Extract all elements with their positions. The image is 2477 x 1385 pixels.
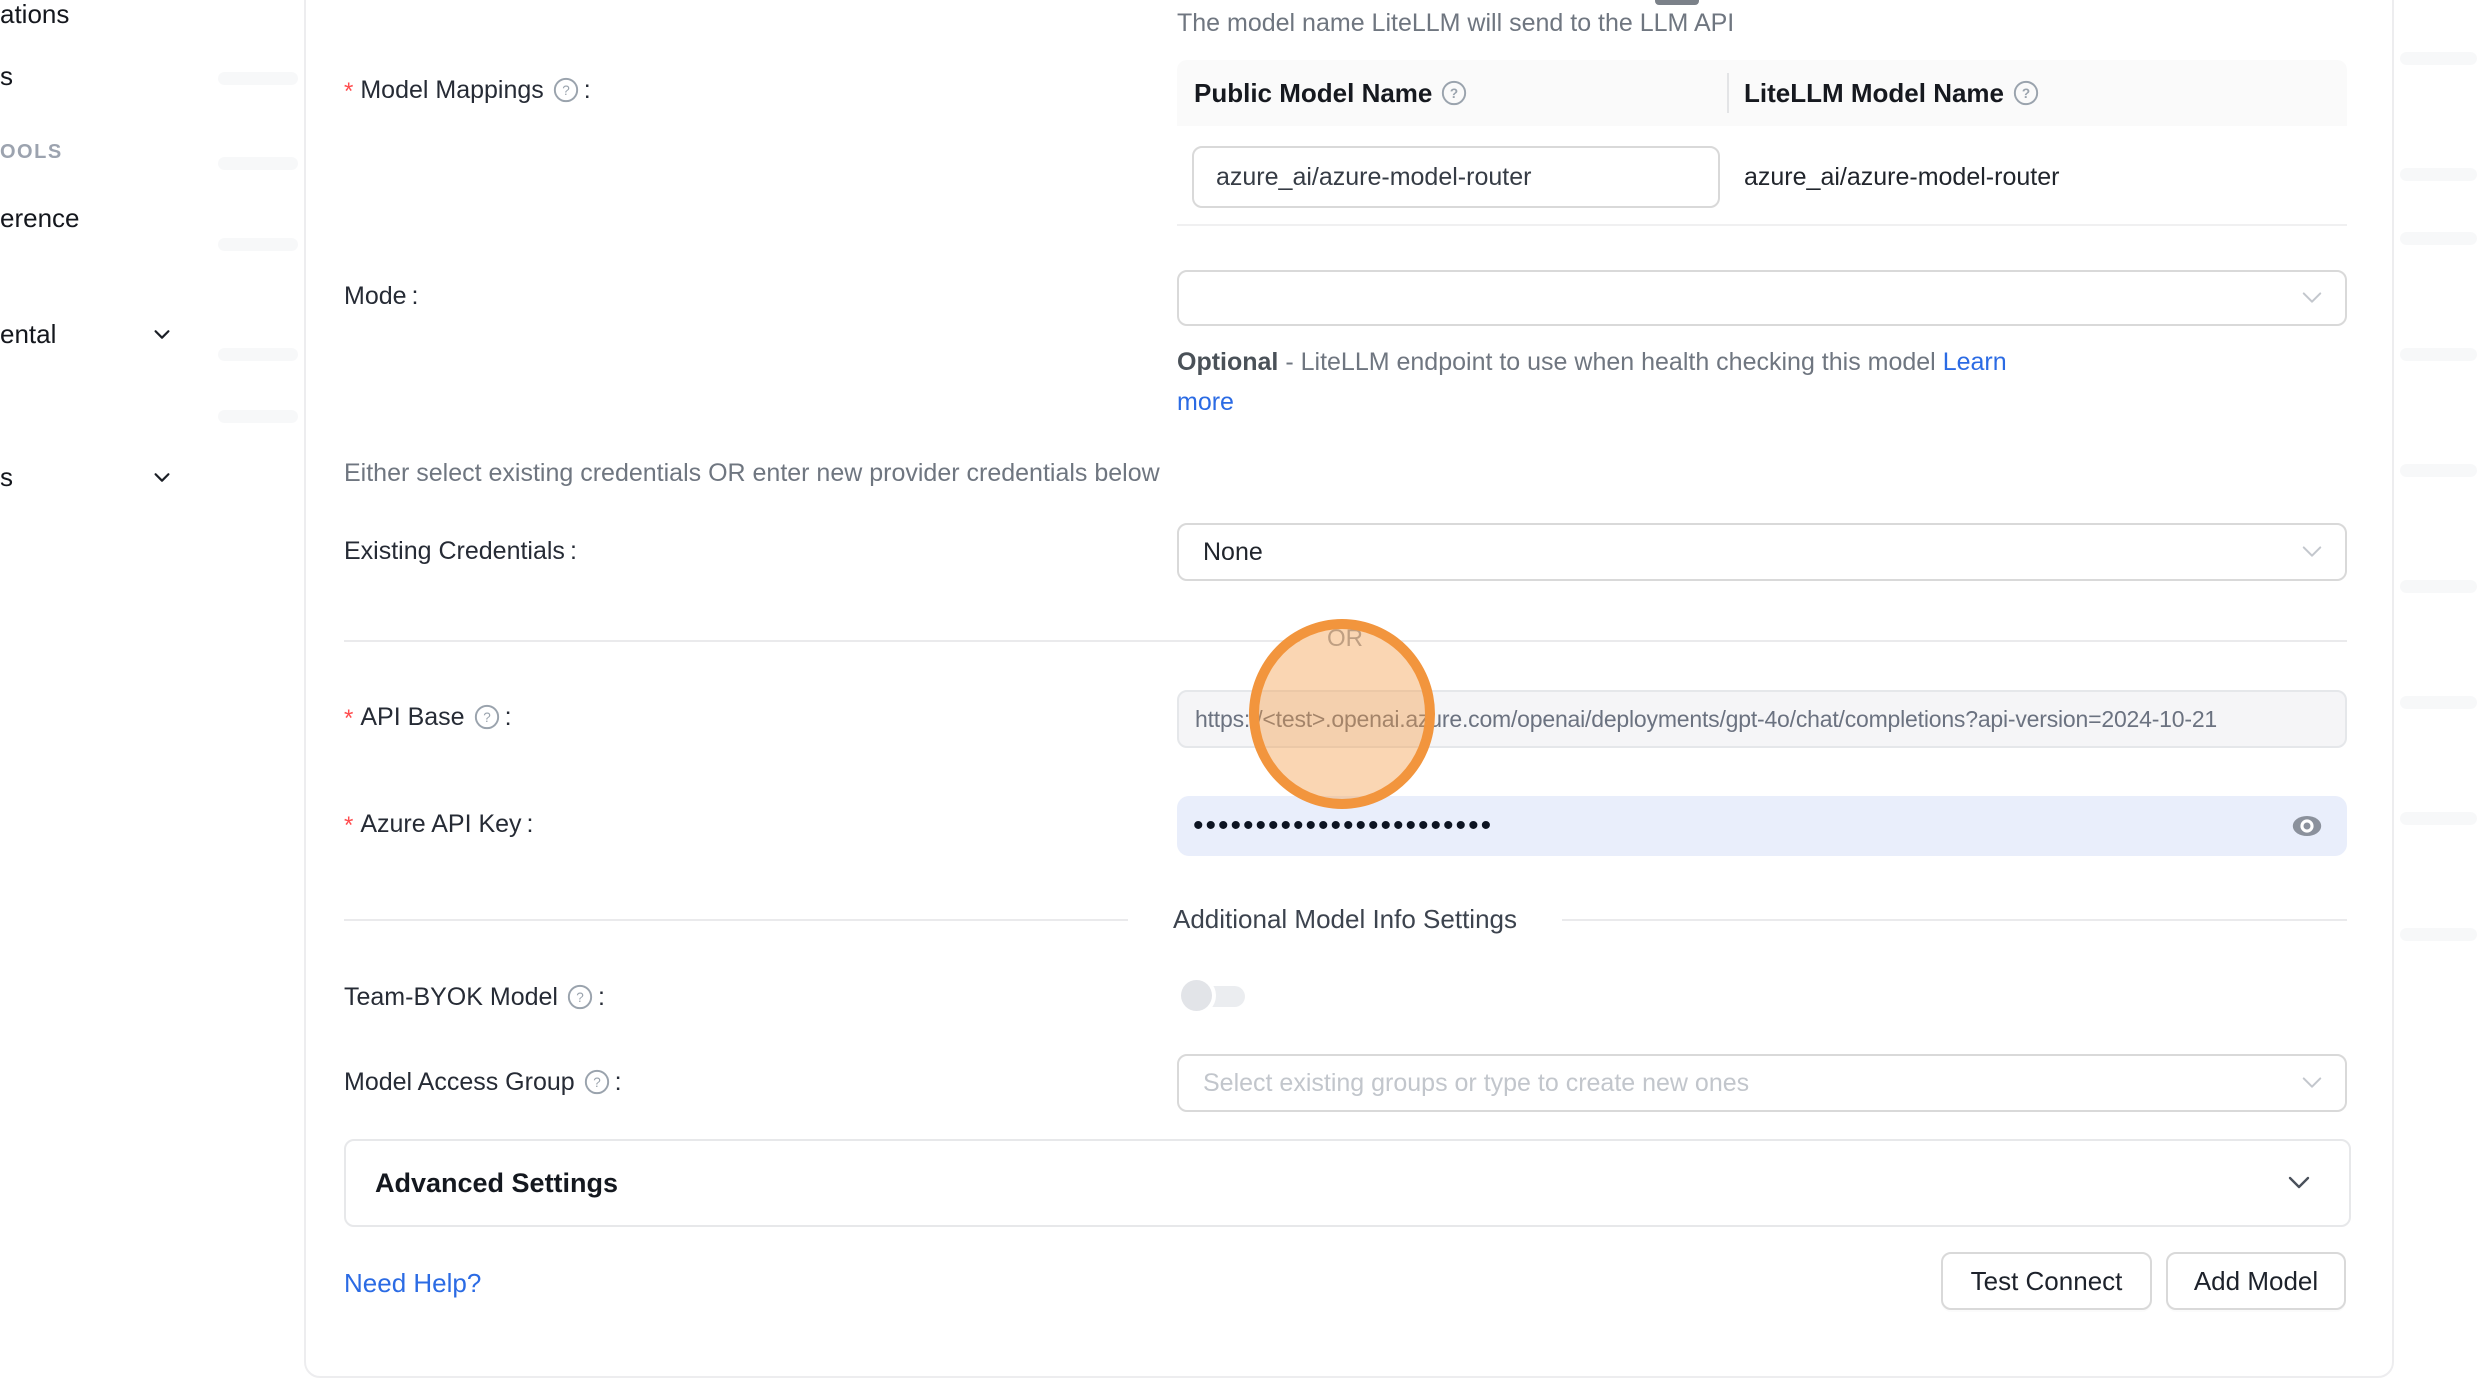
skeleton-bar <box>218 348 298 361</box>
skeleton-bar <box>2400 464 2477 477</box>
skeleton-bar <box>2400 696 2477 709</box>
model-access-group-select[interactable]: Select existing groups or type to create… <box>1177 1054 2347 1112</box>
api-base-label-text: API Base <box>360 703 464 732</box>
svg-text:?: ? <box>2022 86 2030 101</box>
required-asterisk: * <box>344 812 353 840</box>
skeleton-bar <box>2400 580 2477 593</box>
test-connect-button[interactable]: Test Connect <box>1941 1252 2152 1310</box>
model-access-group-label-text: Model Access Group <box>344 1068 575 1097</box>
advanced-settings-title: Advanced Settings <box>375 1168 618 1199</box>
model-mappings-label-text: Model Mappings <box>360 76 543 105</box>
litellm-model-name-header: LiteLLM Model Name ? <box>1744 60 2039 126</box>
sidebar-item-3[interactable]: erence <box>0 203 80 234</box>
sidebar-item-experimental[interactable]: ental <box>0 319 56 350</box>
additional-settings-title: Additional Model Info Settings <box>1128 904 1562 935</box>
team-byok-label: Team-BYOK Model ? : <box>344 967 605 1027</box>
skeleton-bar <box>2400 928 2477 941</box>
mode-help-body: - LiteLLM endpoint to use when health ch… <box>1278 348 1942 376</box>
label-colon: : <box>615 1068 622 1097</box>
existing-credentials-label: Existing Credentials : <box>344 521 577 581</box>
skeleton-bar <box>218 157 298 170</box>
help-circle-icon[interactable]: ? <box>2013 80 2039 106</box>
chevron-down-icon <box>2301 1075 2323 1091</box>
api-base-label: * API Base ? : <box>344 687 512 747</box>
skeleton-bar <box>2400 348 2477 361</box>
skeleton-bar <box>2400 52 2477 65</box>
cropped-element-artifact <box>1655 0 1699 5</box>
label-colon: : <box>505 703 512 732</box>
add-model-button[interactable]: Add Model <box>2166 1252 2346 1310</box>
mode-select[interactable] <box>1177 270 2347 326</box>
existing-credentials-select[interactable]: None <box>1177 523 2347 581</box>
skeleton-bar <box>2400 168 2477 181</box>
or-divider-line-left <box>344 640 1300 642</box>
help-circle-icon[interactable]: ? <box>567 984 593 1010</box>
chevron-down-icon <box>2287 1175 2311 1191</box>
svg-text:?: ? <box>562 83 570 98</box>
team-byok-label-text: Team-BYOK Model <box>344 983 558 1012</box>
header-column-divider <box>1727 73 1729 113</box>
label-colon: : <box>412 282 419 311</box>
existing-credentials-value: None <box>1203 538 1263 567</box>
chevron-down-icon <box>2301 290 2323 306</box>
sidebar-section-tools: OOLS <box>0 141 63 164</box>
info-divider-line-left <box>344 919 1128 921</box>
azure-api-key-label-text: Azure API Key <box>360 810 521 839</box>
model-mappings-table-header: Public Model Name ? LiteLLM Model Name ? <box>1177 60 2347 126</box>
litellm-model-name-header-text: LiteLLM Model Name <box>1744 78 2004 109</box>
add-model-form-page: ations s OOLS erence ental s The model n… <box>0 0 2477 1385</box>
mode-label: Mode : <box>344 266 419 326</box>
or-divider-line-right <box>1390 640 2347 642</box>
model-mappings-label: * Model Mappings ? : <box>344 60 591 120</box>
skeleton-bar <box>2400 232 2477 245</box>
help-circle-icon[interactable]: ? <box>553 77 579 103</box>
credentials-note: Either select existing credentials OR en… <box>344 459 1160 488</box>
public-model-name-input[interactable] <box>1192 146 1720 208</box>
skeleton-bar <box>218 410 298 423</box>
existing-credentials-label-text: Existing Credentials <box>344 537 565 566</box>
eye-icon[interactable] <box>2291 810 2323 842</box>
help-circle-icon[interactable]: ? <box>1441 80 1467 106</box>
help-circle-icon[interactable]: ? <box>474 704 500 730</box>
model-name-hint: The model name LiteLLM will send to the … <box>1177 9 1734 38</box>
label-colon: : <box>598 983 605 1012</box>
sidebar-item-4[interactable]: s <box>0 462 13 493</box>
toggle-knob <box>1181 980 1212 1011</box>
sidebar-item-1[interactable]: ations <box>0 0 69 30</box>
svg-text:?: ? <box>483 710 491 725</box>
public-model-name-header-text: Public Model Name <box>1194 78 1432 109</box>
mode-help-text: Optional - LiteLLM endpoint to use when … <box>1177 342 2022 422</box>
svg-text:?: ? <box>1450 86 1458 101</box>
model-access-group-placeholder: Select existing groups or type to create… <box>1203 1069 1749 1098</box>
help-circle-icon[interactable]: ? <box>584 1069 610 1095</box>
skeleton-bar <box>218 238 298 251</box>
chevron-down-icon[interactable] <box>151 323 173 345</box>
chevron-down-icon[interactable] <box>151 466 173 488</box>
public-model-name-header: Public Model Name ? <box>1194 60 1467 126</box>
chevron-down-icon <box>2301 544 2323 560</box>
label-colon: : <box>527 810 534 839</box>
svg-text:?: ? <box>593 1075 601 1090</box>
skeleton-bar <box>2400 812 2477 825</box>
table-row-divider <box>1177 224 2347 226</box>
litellm-model-name-value: azure_ai/azure-model-router <box>1744 147 2059 207</box>
model-access-group-label: Model Access Group ? : <box>344 1052 622 1112</box>
optional-emphasis: Optional <box>1177 348 1278 376</box>
label-colon: : <box>584 76 591 105</box>
svg-text:?: ? <box>576 990 584 1005</box>
required-asterisk: * <box>344 705 353 733</box>
advanced-settings-panel[interactable]: Advanced Settings <box>344 1139 2351 1227</box>
cursor-highlight-circle <box>1249 619 1435 809</box>
need-help-link[interactable]: Need Help? <box>344 1268 481 1299</box>
team-byok-toggle[interactable] <box>1181 980 1247 1012</box>
skeleton-bar <box>218 72 298 85</box>
azure-api-key-label: * Azure API Key : <box>344 794 534 854</box>
mode-label-text: Mode <box>344 282 407 311</box>
info-divider-line-right <box>1562 919 2347 921</box>
required-asterisk: * <box>344 78 353 106</box>
sidebar-item-2[interactable]: s <box>0 61 13 92</box>
label-colon: : <box>570 537 577 566</box>
